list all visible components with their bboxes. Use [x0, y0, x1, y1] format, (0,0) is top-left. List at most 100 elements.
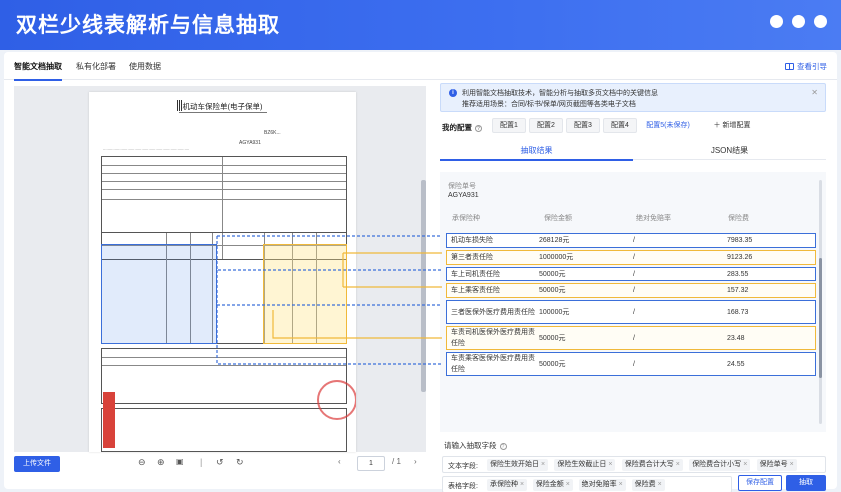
- cell-deductible: /: [633, 360, 635, 368]
- tab-config-5[interactable]: 配置5(未保存): [640, 118, 696, 133]
- help-icon[interactable]: ?: [475, 124, 482, 132]
- prev-page-icon[interactable]: ‹: [338, 457, 341, 466]
- cell-deductible: /: [633, 308, 635, 316]
- my-config-text: 我的配置: [442, 123, 472, 132]
- field-chip[interactable]: 保险费合计小写 ×: [689, 459, 751, 471]
- title-underline: [179, 112, 267, 113]
- extract-button[interactable]: 抽取: [786, 475, 826, 491]
- field-chip-label: 绝对免赔率: [581, 481, 617, 488]
- remove-chip-icon[interactable]: ×: [658, 481, 662, 488]
- cell-amount: 50000元: [539, 360, 566, 368]
- info-banner: i 利用智能文档抽取技术，智能分析与抽取多页文档中的关键信息 推荐适用场景：合同…: [440, 83, 826, 112]
- cell-premium: 24.55: [727, 360, 745, 368]
- cell-premium: 157.32: [727, 287, 749, 294]
- table-row: 车上司机责任险 50000元 / 283.55: [446, 267, 816, 281]
- col-header-amount: 保险金额: [544, 215, 572, 222]
- table-fields-input[interactable]: 表格字段: 承保险种 × 保险金额 × 绝对免赔率 × 保险费 ×: [442, 476, 732, 492]
- document-scrollbar[interactable]: [421, 180, 426, 392]
- cell-type: 车责乘客医保外医疗费用责任险: [451, 355, 535, 373]
- field-chip[interactable]: 绝对免赔率 ×: [578, 479, 626, 491]
- dot-icon: [792, 15, 805, 28]
- close-icon[interactable]: ✕: [811, 88, 818, 97]
- field-chip-label: 承保险种: [490, 481, 518, 488]
- remove-chip-icon[interactable]: ×: [619, 481, 623, 488]
- table-row: 车责乘客医保外医疗费用责任险 50000元 / 24.55: [446, 352, 816, 376]
- text-fields-input[interactable]: 文本字段: 保险生效开始日 × 保险生效截止日 × 保险费合计大写 × 保险费合计小写 × 保险…: [442, 456, 826, 473]
- col-header-premium: 保险费: [728, 215, 749, 222]
- tab-config-4[interactable]: 配置4: [603, 118, 637, 133]
- field-chip-label: 保险单号: [759, 461, 788, 468]
- remove-chip-icon[interactable]: ×: [676, 461, 680, 468]
- field-chip[interactable]: 保险生效开始日 ×: [487, 459, 549, 471]
- rotate-left-icon[interactable]: ↺: [216, 457, 224, 468]
- terms-table: [101, 408, 347, 452]
- field-chip[interactable]: 保险费合计大写 ×: [621, 459, 683, 471]
- field-chip-label: 保险生效截止日: [557, 461, 607, 468]
- policy-no-value: AGYA931: [448, 192, 479, 199]
- add-config-button[interactable]: ＋ 新增配置: [700, 118, 764, 133]
- zoom-in-icon[interactable]: ⊕: [157, 457, 165, 468]
- info-line-1: 利用智能文档抽取技术，智能分析与抽取多页文档中的关键信息: [462, 90, 658, 97]
- cell-premium: 9123.26: [727, 254, 753, 261]
- field-chip[interactable]: 保险费 ×: [631, 479, 665, 491]
- right-panel: i 利用智能文档抽取技术，智能分析与抽取多页文档中的关键信息 推荐适用场景：合同…: [436, 80, 837, 492]
- field-chip-label: 保险费: [634, 481, 656, 488]
- cell-amount: 268128元: [539, 237, 570, 244]
- page-number-input[interactable]: 1: [357, 456, 385, 471]
- app-window: 智能文档抽取 私有化部署 使用数据 查看引导 机动车保险单(电子保单) BZ6K…: [4, 52, 837, 492]
- remove-chip-icon[interactable]: ×: [566, 481, 570, 488]
- tab-config-1[interactable]: 配置1: [492, 118, 526, 133]
- tab-config-3[interactable]: 配置3: [566, 118, 600, 133]
- cell-amount: 50000元: [539, 334, 566, 342]
- cell-type: 机动车损失险: [451, 237, 493, 244]
- info-icon: i: [449, 89, 457, 97]
- remove-chip-icon[interactable]: ×: [790, 461, 794, 468]
- col-header-coverage: 承保险种: [452, 215, 480, 222]
- dot-icon: [770, 15, 783, 28]
- highlight-right-column: [263, 244, 347, 344]
- fit-icon[interactable]: ▣: [176, 457, 184, 466]
- field-chip[interactable]: 保险生效截止日 ×: [554, 459, 616, 471]
- cell-premium: 7983.35: [727, 237, 753, 244]
- info-line-2: 推荐适用场景：合同/标书/保单/网页截图等各类电子文档: [462, 101, 636, 108]
- book-icon: [785, 63, 794, 70]
- table-row: 第三者责任险 1000000元 / 9123.26: [446, 250, 816, 265]
- cell-amount: 100000元: [539, 308, 570, 316]
- tab-config-2[interactable]: 配置2: [529, 118, 563, 133]
- result-scrollbar[interactable]: [819, 180, 822, 424]
- tab-json-result[interactable]: JSON结果: [633, 145, 826, 156]
- field-chip[interactable]: 保险金额 ×: [532, 479, 573, 491]
- tab-private-deploy[interactable]: 私有化部署: [76, 61, 116, 72]
- result-tabs: 抽取结果 JSON结果: [440, 142, 826, 161]
- cell-deductible: /: [633, 287, 635, 294]
- result-panel: 保险单号 AGYA931 承保险种 保险金额 绝对免赔率 保险费 机动车损失险 2…: [440, 172, 826, 432]
- field-chip[interactable]: 承保险种 ×: [487, 479, 528, 491]
- remove-chip-icon[interactable]: ×: [608, 461, 612, 468]
- tab-smart-extraction[interactable]: 智能文档抽取: [14, 61, 62, 81]
- upload-file-button[interactable]: 上传文件: [14, 456, 60, 472]
- view-guide-link[interactable]: 查看引导: [785, 61, 827, 72]
- rotate-right-icon[interactable]: ↻: [236, 457, 244, 468]
- tab-extraction-result[interactable]: 抽取结果: [440, 145, 633, 161]
- zoom-out-icon[interactable]: ⊖: [138, 457, 146, 468]
- next-page-icon[interactable]: ›: [414, 457, 417, 466]
- remove-chip-icon[interactable]: ×: [520, 481, 524, 488]
- document-code: BZ6K...: [264, 130, 281, 136]
- remove-chip-icon[interactable]: ×: [541, 461, 545, 468]
- add-field-text: 请输入抽取字段: [444, 441, 497, 450]
- cell-type: 第三者责任险: [451, 254, 493, 261]
- highlight-left-column: [101, 244, 217, 344]
- document-viewer[interactable]: 机动车保险单(电子保单) BZ6K... AGYA931 ···········…: [14, 86, 426, 452]
- tab-usage-data[interactable]: 使用数据: [129, 61, 161, 72]
- add-field-label: 请输入抽取字段?: [444, 440, 507, 451]
- help-icon[interactable]: ?: [499, 442, 507, 450]
- save-config-button[interactable]: 保存配置: [738, 475, 782, 491]
- table-row: 机动车损失险 268128元 / 7983.35: [446, 233, 816, 248]
- view-guide-label: 查看引导: [797, 62, 827, 71]
- field-chip[interactable]: 保险单号 ×: [756, 459, 797, 471]
- cell-deductible: /: [633, 254, 635, 261]
- cell-type: 车责司机医保外医疗费用责任险: [451, 329, 535, 347]
- window-dots: [770, 15, 827, 28]
- cell-amount: 50000元: [539, 270, 566, 278]
- remove-chip-icon[interactable]: ×: [743, 461, 747, 468]
